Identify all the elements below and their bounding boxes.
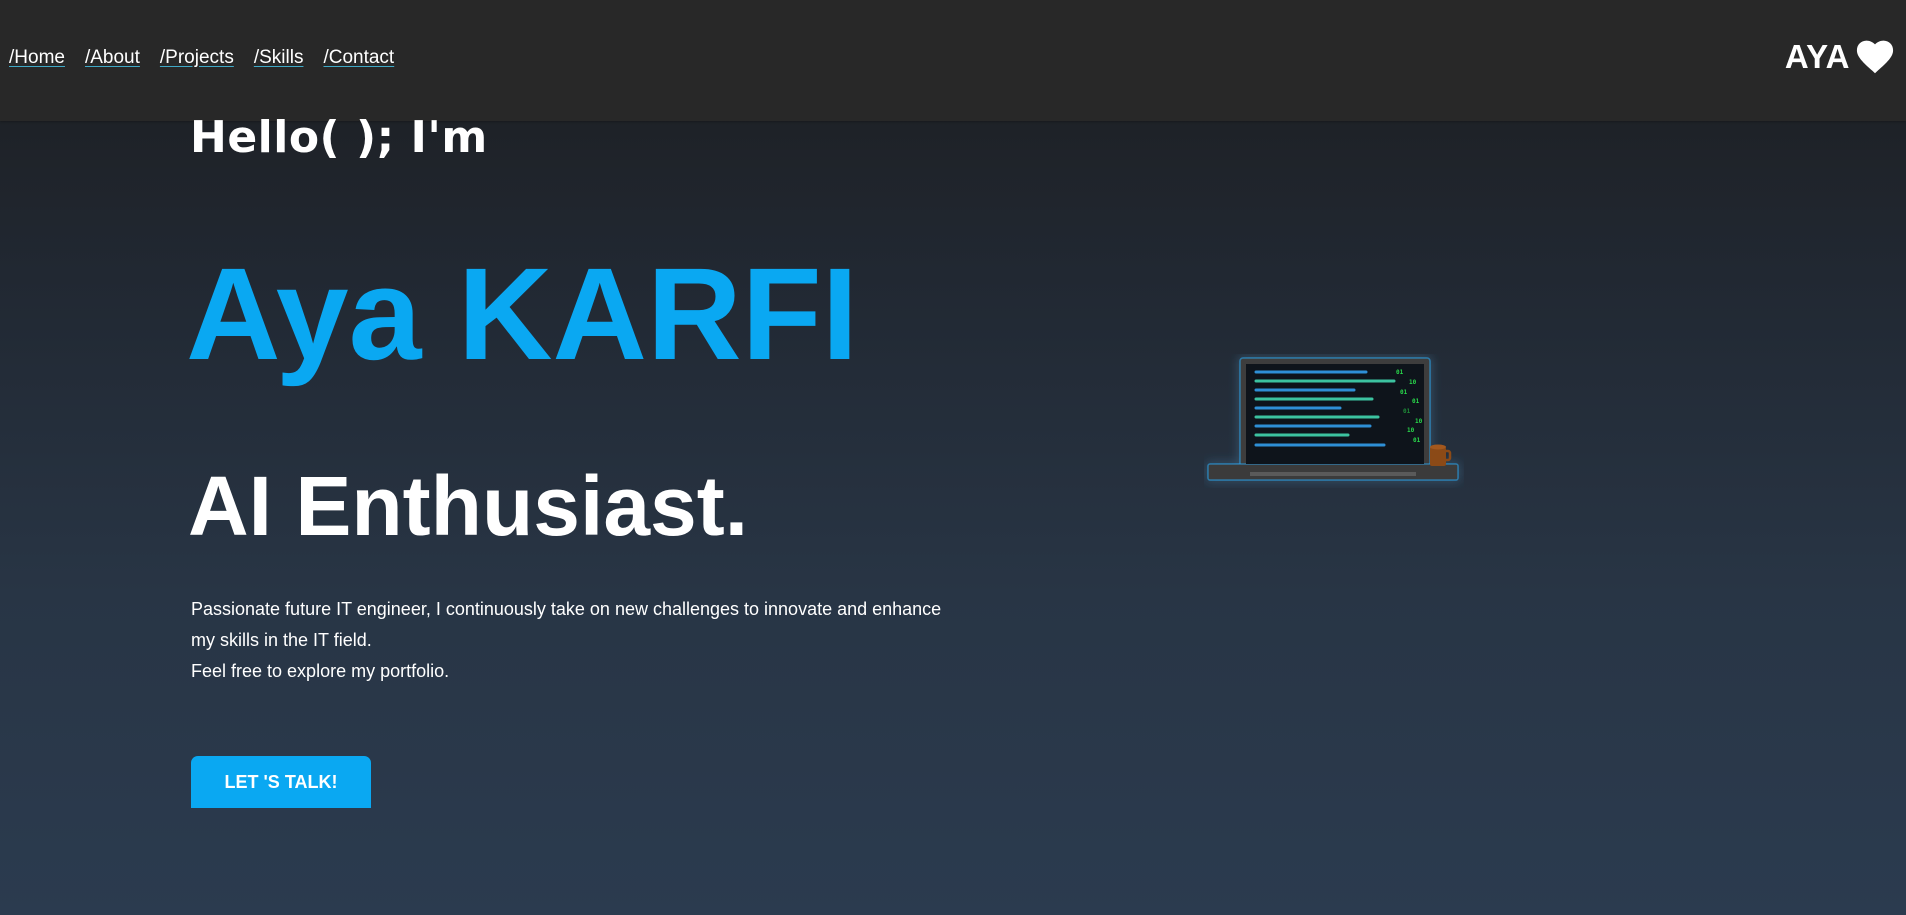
bio-line: Passionate future IT engineer, I continu… [191, 599, 942, 650]
nav-link-about[interactable]: /About [85, 47, 140, 69]
bio-line: Feel free to explore my portfolio. [191, 661, 450, 681]
nav-link-home[interactable]: /Home [9, 47, 65, 69]
hero-greeting: Hello( ); I'm [190, 112, 488, 163]
brand-name: AYA [1784, 38, 1850, 75]
hero-role: AI Enthusiast. [188, 459, 749, 553]
binary-digit: 10 [1409, 379, 1417, 386]
lets-talk-button[interactable]: LET 'S TALK! [191, 756, 371, 808]
navbar: /Home /About /Projects /Skills /Contact … [0, 0, 1906, 121]
binary-digit: 01 [1412, 398, 1420, 405]
nav-link-contact[interactable]: /Contact [323, 47, 394, 69]
nav-link-skills[interactable]: /Skills [254, 47, 304, 69]
binary-digit: 01 [1413, 437, 1421, 444]
coffee-mug-icon [1430, 444, 1452, 466]
binary-digit: 01 [1400, 389, 1408, 396]
hero-bio: Passionate future IT engineer, I continu… [191, 594, 951, 687]
brand-logo[interactable]: AYA [1785, 38, 1894, 76]
binary-digit: 10 [1415, 418, 1423, 425]
hero-name: Aya KARFI [186, 240, 859, 387]
binary-digit: 01 [1403, 408, 1411, 415]
laptop-code-icon: 01 10 01 01 01 10 10 01 [1207, 357, 1459, 481]
binary-digit: 10 [1407, 427, 1415, 434]
binary-digit: 01 [1396, 369, 1404, 376]
nav-link-projects[interactable]: /Projects [160, 47, 234, 69]
nav-links: /Home /About /Projects /Skills /Contact [9, 47, 394, 69]
heart-icon [1856, 40, 1894, 74]
